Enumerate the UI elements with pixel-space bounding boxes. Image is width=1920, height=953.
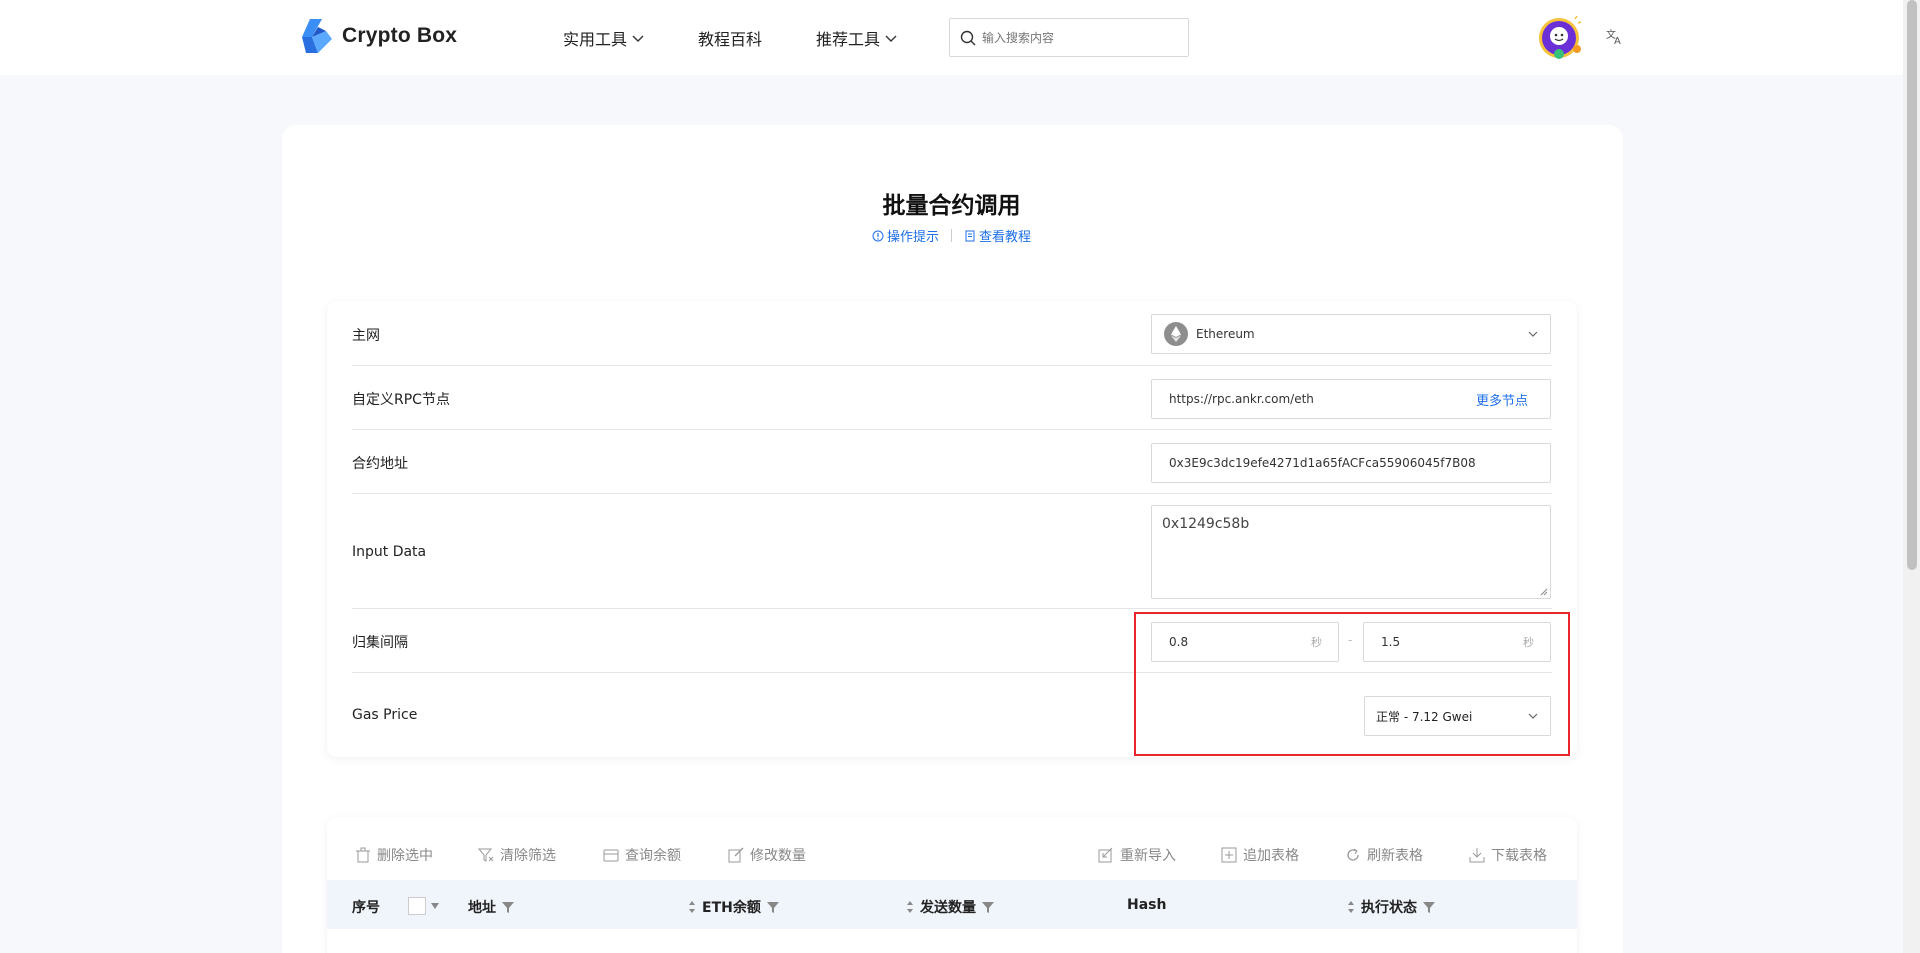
download-table-button[interactable]: 下载表格 — [1469, 845, 1547, 865]
nav-tools-label: 实用工具 — [563, 30, 628, 49]
more-nodes-button[interactable]: 更多节点 — [1476, 390, 1528, 409]
col-index-label: 序号 — [352, 900, 380, 916]
delete-selected-label: 删除选中 — [377, 848, 433, 864]
rpc-label: 自定义RPC节点 — [352, 392, 450, 408]
search-input[interactable] — [982, 30, 1172, 45]
query-balance-button[interactable]: 查询余额 — [603, 845, 681, 865]
translate-icon[interactable]: 文 A — [1606, 27, 1624, 45]
clear-filter-icon — [478, 848, 494, 862]
col-amount-label: 发送数量 — [920, 900, 976, 916]
import-icon — [1098, 847, 1113, 863]
info-icon — [872, 230, 884, 241]
refresh-table-button[interactable]: 刷新表格 — [1345, 845, 1423, 865]
contract-input[interactable]: 0x3E9c3dc19efe4271d1a65fACFca55906045f7B… — [1151, 443, 1551, 483]
chevron-down-icon — [885, 35, 897, 42]
col-address-label: 地址 — [468, 900, 496, 916]
select-all-control[interactable] — [408, 897, 440, 915]
filter-icon[interactable] — [502, 901, 514, 913]
ethereum-icon — [1164, 322, 1188, 346]
wallet-icon — [603, 849, 619, 862]
sort-icon[interactable] — [1347, 900, 1355, 914]
col-index: 序号 — [352, 897, 380, 917]
col-hash: Hash — [1127, 897, 1166, 913]
col-balance-label: ETH余额 — [702, 900, 761, 916]
add-box-icon — [1221, 847, 1237, 863]
user-avatar-icon[interactable] — [1537, 15, 1581, 59]
filter-icon[interactable] — [982, 901, 994, 913]
nav-tools[interactable]: 实用工具 — [563, 26, 645, 50]
highlight-box — [1134, 612, 1570, 756]
input-data-value: 0x1249c58b — [1162, 516, 1250, 532]
append-table-label: 追加表格 — [1243, 848, 1299, 864]
network-select[interactable]: Ethereum — [1151, 314, 1551, 354]
network-value: Ethereum — [1196, 327, 1255, 341]
query-balance-label: 查询余额 — [625, 848, 681, 864]
gas-label: Gas Price — [352, 707, 418, 723]
scrollbar-thumb[interactable] — [1907, 0, 1917, 570]
col-hash-label: Hash — [1127, 897, 1167, 913]
svg-text:A: A — [1614, 36, 1621, 45]
page-title: 批量合约调用 — [882, 193, 1021, 219]
delete-selected-button[interactable]: 删除选中 — [355, 845, 433, 865]
input-data-label: Input Data — [352, 544, 427, 560]
contract-label: 合约地址 — [352, 456, 408, 472]
nav-recommended[interactable]: 推荐工具 — [816, 26, 898, 50]
download-icon — [1469, 848, 1485, 863]
search-icon — [960, 30, 976, 45]
page-scrollbar[interactable] — [1903, 0, 1920, 953]
nav-recommended-label: 推荐工具 — [816, 30, 881, 49]
col-address[interactable]: 地址 — [468, 897, 514, 917]
logo[interactable]: Crypto Box — [296, 17, 457, 55]
top-header: Crypto Box 实用工具 教程百科 推荐工具 文 A — [0, 0, 1903, 75]
tips-link[interactable]: 操作提示 — [872, 226, 939, 245]
filter-icon[interactable] — [1423, 901, 1435, 913]
trash-icon — [356, 847, 370, 863]
tutorial-link-label: 查看教程 — [979, 230, 1032, 245]
chevron-down-icon — [1528, 331, 1538, 337]
col-status-label: 执行状态 — [1361, 900, 1417, 916]
col-amount[interactable]: 发送数量 — [906, 897, 994, 917]
clear-filter-button[interactable]: 清除筛选 — [478, 845, 556, 865]
rpc-input[interactable]: https://rpc.ankr.com/eth 更多节点 — [1151, 379, 1551, 419]
sort-icon[interactable] — [688, 900, 696, 914]
reimport-label: 重新导入 — [1120, 848, 1176, 864]
contract-value: 0x3E9c3dc19efe4271d1a65fACFca55906045f7B… — [1169, 456, 1476, 470]
select-all-checkbox[interactable] — [408, 897, 426, 915]
col-balance[interactable]: ETH余额 — [688, 897, 779, 917]
crypto-box-logo-icon — [302, 19, 332, 53]
filter-icon[interactable] — [766, 901, 779, 913]
nav-tutorials-label: 教程百科 — [698, 30, 763, 49]
link-divider — [951, 229, 952, 242]
clear-filter-label: 清除筛选 — [500, 848, 556, 864]
reimport-button[interactable]: 重新导入 — [1098, 845, 1176, 865]
refresh-table-label: 刷新表格 — [1367, 848, 1423, 864]
logo-text: Crypto Box — [342, 24, 458, 47]
refresh-icon — [1347, 848, 1359, 861]
tutorial-link[interactable]: 查看教程 — [964, 226, 1031, 245]
edit-amount-button[interactable]: 修改数量 — [728, 845, 806, 865]
resize-handle-icon[interactable] — [1540, 588, 1548, 596]
edit-icon — [728, 847, 744, 863]
tips-link-label: 操作提示 — [886, 230, 939, 245]
append-table-button[interactable]: 追加表格 — [1221, 845, 1299, 865]
chevron-down-icon — [632, 35, 644, 42]
search-box[interactable] — [949, 18, 1189, 57]
network-label: 主网 — [352, 328, 380, 344]
interval-label: 归集间隔 — [352, 635, 408, 651]
caret-down-icon[interactable] — [430, 902, 440, 910]
col-status[interactable]: 执行状态 — [1347, 897, 1435, 917]
download-table-label: 下载表格 — [1491, 848, 1547, 864]
edit-amount-label: 修改数量 — [750, 848, 806, 864]
rpc-value: https://rpc.ankr.com/eth — [1169, 392, 1314, 406]
sort-icon[interactable] — [906, 900, 914, 914]
page-links: 操作提示 查看教程 — [0, 226, 1903, 245]
nav-tutorials[interactable]: 教程百科 — [698, 26, 762, 50]
input-data-textarea[interactable]: 0x1249c58b — [1151, 505, 1551, 599]
document-icon — [965, 230, 975, 241]
